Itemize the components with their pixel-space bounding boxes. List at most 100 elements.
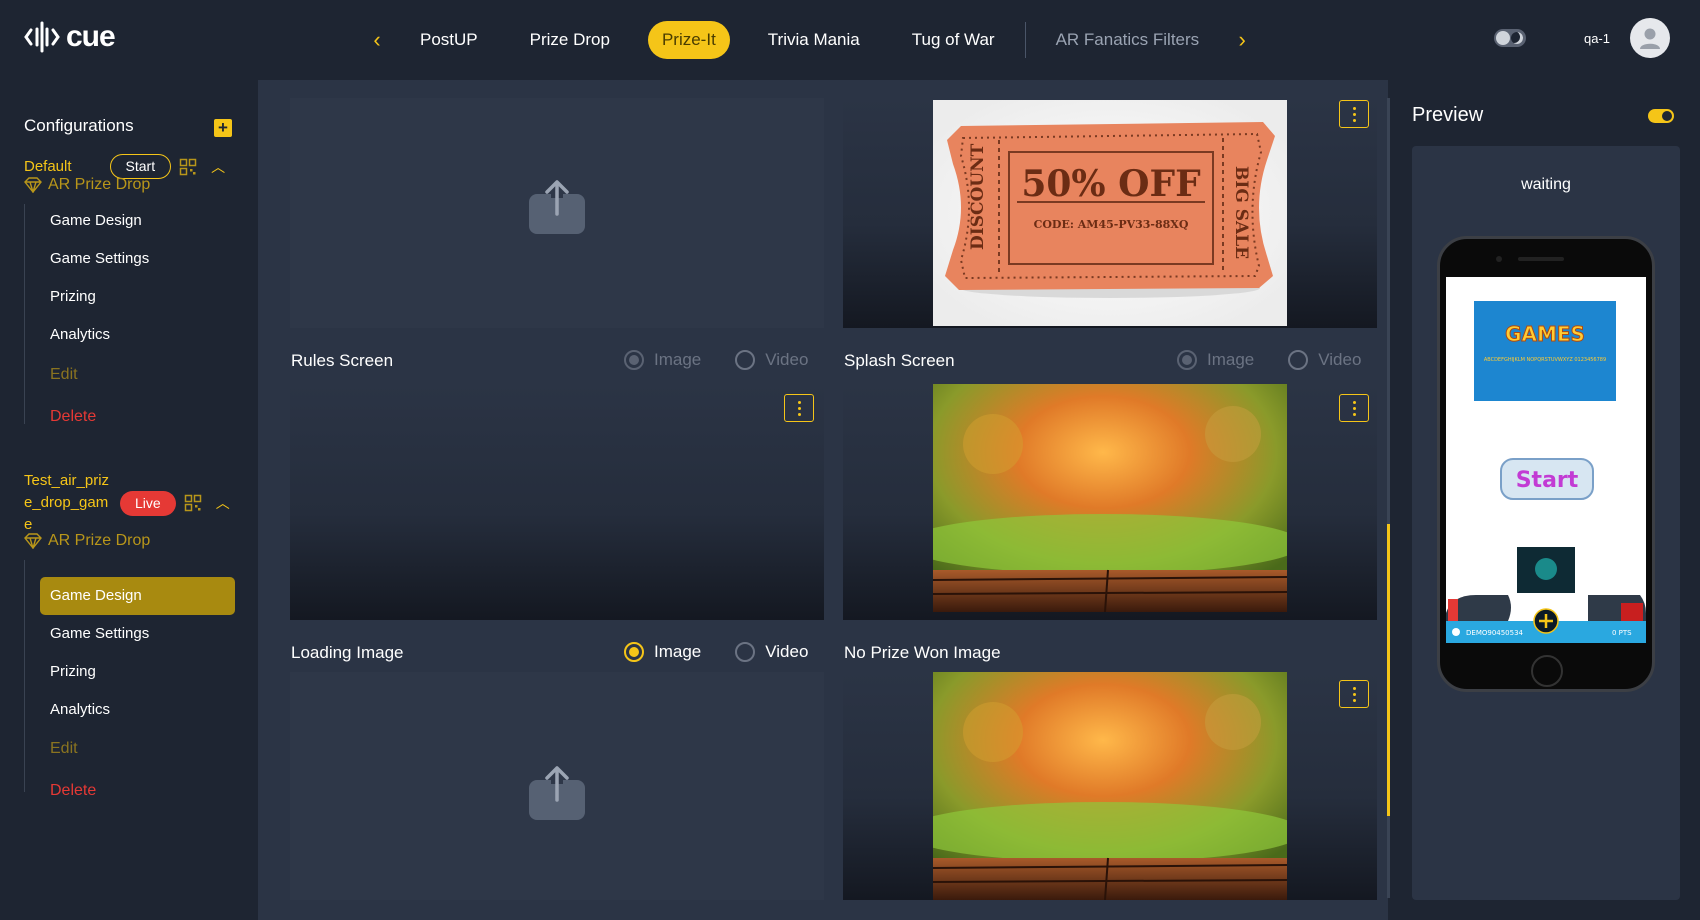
phone-home-button [1531,655,1563,687]
radio-image[interactable] [624,642,644,662]
sound-wave-icon [24,21,60,53]
no-prize-won-label: No Prize Won Image [844,643,1001,662]
radio-image-label: Image [1207,350,1255,369]
preview-title: Preview [1412,104,1484,126]
no-prize-won-panel [843,672,1377,900]
menu-delete[interactable]: Delete [40,398,235,436]
games-alphabet: ABCDEFGHIJKLM NOPQRSTUVWXYZ 0123456789 [1484,357,1606,363]
tab-ar-fanatics-filters[interactable]: AR Fanatics Filters [1042,21,1214,59]
theme-toggle[interactable] [1493,29,1526,47]
more-options-icon[interactable] [1339,394,1369,422]
config-name: Default [24,157,72,175]
logo-text: cue [66,20,116,53]
coupon-side-left: DISCOUNT [968,143,988,250]
loading-image-dropzone[interactable] [290,672,824,900]
phone-screen: GAMES ABCDEFGHIJKLM NOPQRSTUVWXYZ 012345… [1446,277,1646,643]
collapse-chevron-icon[interactable]: ︿ [211,157,225,177]
radio-video-label: Video [765,350,809,369]
loading-media-type: Image Video [624,642,808,662]
radio-image[interactable] [624,350,644,370]
rules-media-type: Image Video [624,350,808,370]
splash-screen-label: Splash Screen [844,351,955,370]
rules-screen-label: Rules Screen [291,351,394,370]
forest-image [933,672,1287,900]
more-options-icon[interactable] [784,394,814,422]
tab-prize-it[interactable]: Prize-It [647,21,730,59]
menu-edit[interactable]: Edit [40,730,235,768]
tab-prize-drop[interactable]: Prize Drop [516,21,624,59]
coupon-code-text: CODE: AM45-PV33-88XQ [1034,218,1189,231]
splash-screen-panel [843,384,1377,620]
game-type-row: AR Prize Drop [24,176,150,194]
menu-edit[interactable]: Edit [40,356,235,394]
phone-points: 0 PTS [1612,629,1632,637]
game-type-label: AR Prize Drop [48,176,151,193]
tree-line [24,204,25,424]
menu-analytics[interactable]: Analytics [40,316,235,354]
radio-video[interactable] [1288,350,1309,370]
preview-status: waiting [1521,176,1571,193]
game-type-nav: ‹ PostUP Prize Drop Prize-It Trivia Mani… [360,19,1259,61]
cue-logo[interactable]: cue [24,20,116,54]
forest-image [933,384,1287,612]
games-title: GAMES [1505,322,1585,346]
phone-footer-id: DEMO90450534 [1466,629,1524,637]
config-test-row[interactable]: Test_air_priz e_drop_gam e Live ︿ [24,470,230,536]
more-options-icon[interactable] [1339,100,1369,128]
tab-trivia-mania[interactable]: Trivia Mania [754,21,874,59]
top-bar: cue ‹ PostUP Prize Drop Prize-It Trivia … [0,0,1700,80]
coupon-image: 50% OFF CODE: AM45-PV33-88XQ DISCOUNT BI… [933,100,1287,326]
coupon-side-right: BIG SALE [1231,166,1251,259]
menu-game-settings[interactable]: Game Settings [40,615,235,653]
config-name: Test_air_priz e_drop_gam e [24,472,110,533]
radio-video-label: Video [1318,350,1362,369]
menu-prizing[interactable]: Prizing [40,653,235,691]
preview-toggle[interactable] [1648,109,1674,123]
menu-game-design[interactable]: Game Design [40,577,235,615]
qr-code-icon[interactable] [184,494,202,512]
coupon-main-text: 50% OFF [1021,163,1201,205]
radio-image-label: Image [654,350,702,369]
game-type-label: AR Prize Drop [48,532,151,549]
radio-image[interactable] [1177,350,1197,370]
add-configuration-button[interactable]: + [214,119,232,137]
preview-panel: Preview waiting GAMES ABCDEFGHIJKLM NOPQ… [1392,80,1700,920]
loading-image-label: Loading Image [291,643,404,662]
configurations-title: Configurations [24,116,134,135]
phone-mockup: GAMES ABCDEFGHIJKLM NOPQRSTUVWXYZ 012345… [1437,236,1655,692]
radio-image-label: Image [654,642,702,661]
qr-code-icon[interactable] [179,158,197,176]
diamond-icon [24,533,42,549]
tree-line [24,560,25,792]
upload-icon [529,180,585,234]
radio-video[interactable] [735,642,756,662]
radio-video[interactable] [735,350,756,370]
radio-video-label: Video [765,642,809,661]
menu-analytics[interactable]: Analytics [40,691,235,729]
user-icon [1640,28,1660,49]
user-area: qa-1 [1493,18,1670,58]
rules-screen-panel[interactable] [290,384,824,620]
menu-prizing[interactable]: Prizing [40,278,235,316]
nav-prev-arrow-icon[interactable]: ‹ [360,23,394,57]
game-type-row: AR Prize Drop [24,532,150,550]
upload-icon [529,766,585,820]
menu-game-design[interactable]: Game Design [40,202,235,240]
tab-tug-of-war[interactable]: Tug of War [898,21,1009,59]
collapse-chevron-icon[interactable]: ︿ [216,493,230,513]
nav-next-arrow-icon[interactable]: › [1225,23,1259,57]
sidebar: Configurations + Default Start ︿ AR Priz… [0,80,258,920]
splash-media-type: Image Video [1177,350,1361,370]
nav-divider [1024,22,1026,58]
status-badge-live[interactable]: Live [120,490,176,516]
tab-postup[interactable]: PostUP [406,21,492,59]
menu-game-settings[interactable]: Game Settings [40,240,235,278]
scrollbar-thumb[interactable] [1387,524,1390,816]
phone-camera [1496,256,1502,262]
menu-delete[interactable]: Delete [40,772,235,810]
avatar[interactable] [1630,18,1670,58]
upload-dropzone[interactable] [290,98,824,328]
more-options-icon[interactable] [1339,680,1369,708]
phone-start-label: Start [1516,468,1579,493]
phone-speaker [1518,257,1564,261]
